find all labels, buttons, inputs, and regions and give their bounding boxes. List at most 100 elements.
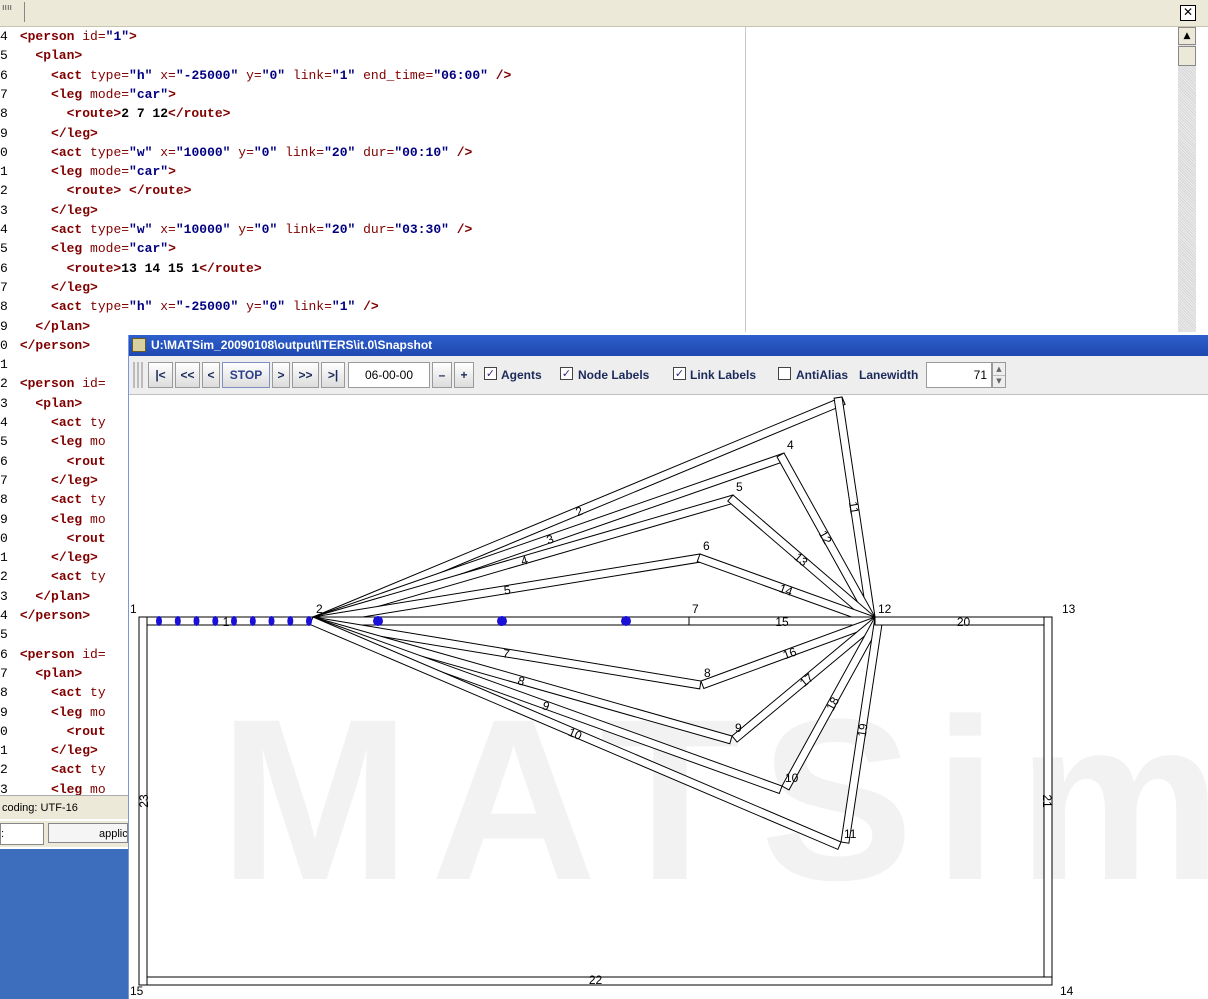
- spin-down-icon[interactable]: ▼: [993, 375, 1005, 387]
- xml-token: <leg: [51, 86, 83, 102]
- tab-application[interactable]: applicat: [48, 823, 128, 843]
- scrollbar-thumb[interactable]: [1178, 46, 1196, 66]
- code-line[interactable]: 9 <leg mo: [0, 510, 106, 529]
- jump-to-start-button[interactable]: |<: [148, 362, 173, 388]
- line-number: 1: [0, 550, 8, 566]
- node-label-11: 11: [844, 827, 857, 841]
- code-line[interactable]: 1: [0, 355, 20, 374]
- xml-token: </route>: [129, 183, 192, 199]
- window-titlebar[interactable]: U:\MATSim_20090108\output\ITERS\it.0\Sna…: [129, 335, 1208, 356]
- code-line[interactable]: 6 <person id=: [0, 645, 106, 664]
- vertical-scrollbar[interactable]: ▲: [1178, 27, 1196, 332]
- scroll-up-icon[interactable]: ▲: [1178, 27, 1196, 45]
- code-line[interactable]: 8 <act type="h" x="-25000" y="0" link="1…: [0, 297, 379, 316]
- node-label-12: 12: [878, 602, 892, 616]
- jump-to-end-button[interactable]: >|: [321, 362, 345, 388]
- network-drawing[interactable]: 1234567891011121314151617181920212223123…: [129, 395, 1208, 999]
- line-number: 0: [0, 144, 8, 160]
- xml-token: <leg: [51, 241, 83, 257]
- network-canvas[interactable]: MATSim 123456789101112131415161718192021…: [129, 395, 1208, 999]
- xml-token: id=: [74, 29, 106, 44]
- code-line[interactable]: 5 <leg mo: [0, 432, 106, 451]
- stop-button[interactable]: STOP: [222, 362, 270, 388]
- step-back-button[interactable]: <: [202, 362, 220, 388]
- code-line[interactable]: 6 <rout: [0, 452, 106, 471]
- time-decrease-button[interactable]: –: [432, 362, 452, 388]
- link-label-20: 20: [957, 615, 971, 629]
- code-line[interactable]: 1 <leg mode="car">: [0, 162, 176, 181]
- code-line[interactable]: 1 </leg>: [0, 741, 98, 760]
- link-labels-checkbox[interactable]: ✓: [673, 367, 686, 380]
- code-line[interactable]: 3 <plan>: [0, 394, 82, 413]
- xml-token: />: [355, 299, 379, 315]
- code-line[interactable]: 0 <act type="w" x="10000" y="0" link="20…: [0, 143, 472, 162]
- toolbar-grip-icon[interactable]: [133, 362, 143, 388]
- code-line[interactable]: 1 </leg>: [0, 548, 98, 567]
- code-line[interactable]: 9 </leg>: [0, 124, 98, 143]
- xml-token: <act: [51, 222, 83, 237]
- code-line[interactable]: 5 <plan>: [0, 46, 82, 65]
- fast-forward-button[interactable]: >>: [292, 362, 319, 388]
- lanewidth-input[interactable]: 71: [926, 362, 992, 388]
- xml-token: type=: [82, 222, 130, 237]
- xml-token: "-25000": [175, 299, 239, 315]
- code-line[interactable]: 4 <person id="1">: [0, 27, 137, 46]
- code-line[interactable]: 8 <act ty: [0, 683, 106, 702]
- step-forward-button[interactable]: >: [272, 362, 290, 388]
- tab-source[interactable]: :: [0, 823, 44, 845]
- code-line[interactable]: 7 </leg>: [0, 278, 98, 297]
- playback-toolbar: |< << < STOP > >> >| 06-00-00 – + ✓ Agen…: [129, 356, 1208, 395]
- code-line[interactable]: 7 </leg>: [0, 471, 98, 490]
- code-line[interactable]: 8 <act ty: [0, 490, 106, 509]
- xml-token: <leg: [51, 434, 83, 450]
- code-line[interactable]: 3 <leg mo: [0, 780, 106, 795]
- rewind-button[interactable]: <<: [175, 362, 200, 388]
- code-line[interactable]: 2 <act ty: [0, 760, 106, 779]
- pane-divider[interactable]: [745, 27, 746, 332]
- code-line[interactable]: 4 <act ty: [0, 413, 106, 432]
- code-line[interactable]: 3 </leg>: [0, 201, 98, 220]
- close-icon[interactable]: ✕: [1180, 5, 1196, 21]
- code-line[interactable]: 6 <act type="h" x="-25000" y="0" link="1…: [0, 66, 511, 85]
- code-line[interactable]: 7 <plan>: [0, 664, 82, 683]
- code-line[interactable]: 7 <leg mode="car">: [0, 85, 176, 104]
- xml-token: "20": [324, 222, 356, 237]
- lanewidth-spinner[interactable]: ▲ ▼: [992, 362, 1006, 388]
- agents-checkbox[interactable]: ✓: [484, 367, 497, 380]
- code-line[interactable]: 3 </plan>: [0, 587, 90, 606]
- code-line[interactable]: 4 <act type="w" x="10000" y="0" link="20…: [0, 220, 472, 239]
- code-line[interactable]: 9 <leg mo: [0, 703, 106, 722]
- code-line[interactable]: 2 <route> </route>: [0, 181, 191, 200]
- xml-token: <rout: [66, 530, 106, 546]
- time-field[interactable]: 06-00-00: [348, 362, 430, 388]
- code-line[interactable]: 6 <route>13 14 15 1</route>: [0, 259, 262, 278]
- code-line[interactable]: 9 </plan>: [0, 317, 90, 336]
- agents-label: Agents: [501, 368, 542, 382]
- node-labels-checkbox[interactable]: ✓: [560, 367, 573, 380]
- code-line[interactable]: 2 <person id=: [0, 374, 106, 393]
- agent-dot: [231, 616, 237, 626]
- time-increase-button[interactable]: +: [454, 362, 474, 388]
- code-line[interactable]: 5 <leg mode="car">: [0, 239, 176, 258]
- xml-token: <act: [51, 299, 83, 315]
- code-line[interactable]: 0 <rout: [0, 529, 106, 548]
- lanewidth-label: Lanewidth: [859, 368, 919, 382]
- code-line[interactable]: 0 <rout: [0, 722, 106, 741]
- code-line[interactable]: 8 <route>2 7 12</route>: [0, 104, 230, 123]
- code-line[interactable]: 5: [0, 625, 20, 644]
- code-line[interactable]: 4 </person>: [0, 606, 90, 625]
- code-line[interactable]: 0 </person>: [0, 336, 90, 355]
- code-line[interactable]: 2 <act ty: [0, 567, 106, 586]
- antialias-checkbox[interactable]: [778, 367, 791, 380]
